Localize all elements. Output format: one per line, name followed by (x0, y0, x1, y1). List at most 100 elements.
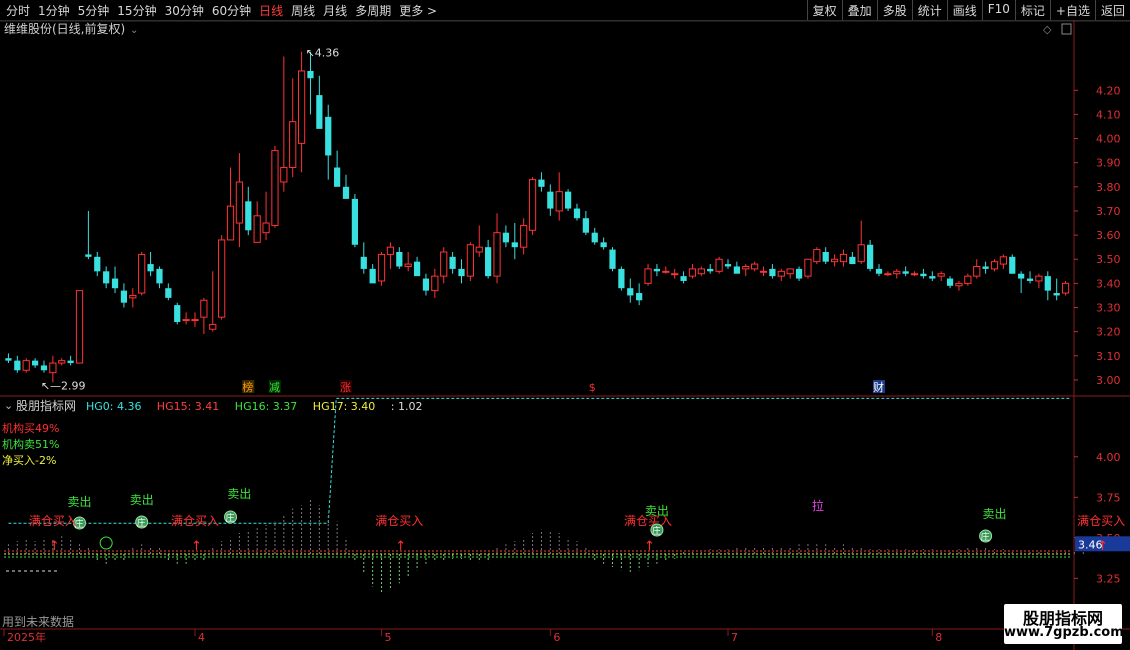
candle-up (759, 270, 768, 273)
candle-up (493, 232, 501, 277)
candle-down (573, 208, 581, 219)
tool-button-5[interactable]: F10 (981, 0, 1015, 20)
candle-down (458, 268, 465, 277)
event-marker-3: $ (589, 381, 596, 394)
x-tick-label-2: 5 (385, 631, 392, 644)
candle-down (5, 358, 12, 361)
candle-up (280, 167, 288, 183)
period-tab-4[interactable]: 30分钟 (161, 0, 208, 20)
candle-down (307, 70, 314, 79)
period-tab-9[interactable]: 多周期 (351, 0, 395, 20)
candle-up (893, 270, 901, 275)
candle-up (520, 224, 528, 248)
x-tick-label-4: 7 (731, 631, 738, 644)
side-label-0: 机构买49% (2, 421, 59, 435)
candle-up (138, 253, 146, 294)
candle-down (103, 271, 110, 284)
candle-down (680, 276, 687, 281)
candle-down (875, 268, 883, 274)
buy-signal: 满仓买入 (171, 514, 219, 528)
sell-signal: 卖出 (68, 495, 92, 509)
candle-up (440, 251, 448, 277)
candle-down (165, 288, 172, 298)
candle-down (1009, 256, 1016, 274)
readout-3: HG17: 3.40 (313, 400, 376, 413)
candle-down (342, 186, 350, 199)
tool-button-2[interactable]: 多股 (876, 0, 912, 20)
candle-up (662, 270, 670, 273)
tool-button-4[interactable]: 画线 (946, 0, 982, 20)
period-tab-8[interactable]: 月线 (319, 0, 351, 20)
tool-button-3[interactable]: 统计 (911, 0, 947, 20)
period-tab-3[interactable]: 15分钟 (113, 0, 160, 20)
x-tick-label-5: 8 (935, 631, 942, 644)
candle-down (769, 268, 776, 277)
candle-down (564, 191, 572, 209)
candle-up (671, 273, 679, 276)
candle-up (688, 268, 697, 277)
sell-signal: 卖出 (645, 504, 669, 518)
y-tick-label-2: 4.00 (1096, 133, 1121, 146)
period-tab-0[interactable]: 分时 (2, 0, 34, 20)
hg0-line (8, 397, 1070, 524)
candle-up (404, 263, 412, 267)
candle-up (910, 273, 919, 276)
candle-up (528, 179, 537, 231)
period-tab-7[interactable]: 周线 (287, 0, 319, 20)
top-toolbar: 分时 1分钟 5分钟 15分钟 30分钟 60分钟 日线 周线 月线 多周期 更多 > 复权 叠加 多股… (0, 0, 1130, 21)
period-tab-6[interactable]: 日线 (255, 0, 287, 20)
candle-down (174, 305, 181, 322)
tool-button-8[interactable]: 返回 (1094, 0, 1130, 20)
candle-down (485, 247, 492, 277)
candle-up (937, 273, 945, 277)
low-label: ↖—2.99 (41, 379, 86, 392)
candle-up (644, 268, 652, 284)
candle-up (1035, 275, 1043, 282)
period-tab-1[interactable]: 1分钟 (34, 0, 74, 20)
y-tick-label-8: 3.40 (1096, 277, 1121, 290)
tool-button-0[interactable]: 复权 (806, 0, 842, 20)
candle-up (697, 268, 705, 275)
period-tab-10[interactable]: 更多 > (395, 0, 441, 20)
candle-down (156, 268, 163, 284)
candle-up (955, 282, 963, 287)
candle-up (218, 239, 226, 318)
tool-button-7[interactable]: +自选 (1049, 0, 1095, 20)
y-tick-label-0: 4.20 (1096, 84, 1121, 97)
candle-down (111, 278, 119, 289)
tool-button-6[interactable]: 标记 (1014, 0, 1050, 20)
candle-down (1018, 273, 1025, 279)
candle-down (449, 256, 456, 269)
candle-up (839, 253, 848, 263)
candle-up (386, 246, 395, 255)
candle-down (582, 218, 589, 233)
candle-up (813, 249, 821, 263)
high-label: ↖4.36 (306, 47, 340, 60)
buy-arrow-icon: ↑ (1097, 539, 1108, 554)
candle-up (235, 181, 244, 224)
tool-button-1[interactable]: 叠加 (841, 0, 877, 20)
dropdown-icon: ⌄ (130, 25, 138, 36)
candle-down (653, 268, 661, 272)
candle-up (289, 121, 297, 169)
buy-arrow-icon: ↑ (395, 539, 406, 554)
event-marker-0: 榜 (242, 380, 253, 394)
candle-down (733, 266, 740, 274)
y-tick-label-6: 3.60 (1096, 229, 1121, 242)
y-tick-label-9: 3.30 (1096, 302, 1121, 315)
ratio-readout: : 1.02 (391, 400, 423, 413)
candle-up (990, 261, 999, 270)
candle-down (334, 167, 341, 187)
y-tick-label-11: 3.10 (1096, 350, 1121, 363)
candle-up (973, 265, 981, 277)
candle-up (58, 360, 66, 364)
buy-arrow-icon: ↑ (191, 539, 202, 554)
zhuang-label: 庄 (981, 531, 990, 543)
zhuang-label: 庄 (226, 512, 235, 524)
buy-arrow-icon: ↑ (49, 539, 60, 554)
candle-down (609, 249, 616, 269)
candle-down (849, 256, 856, 265)
period-tab-5[interactable]: 60分钟 (208, 0, 255, 20)
period-tab-2[interactable]: 5分钟 (74, 0, 114, 20)
candle-up (262, 222, 270, 234)
